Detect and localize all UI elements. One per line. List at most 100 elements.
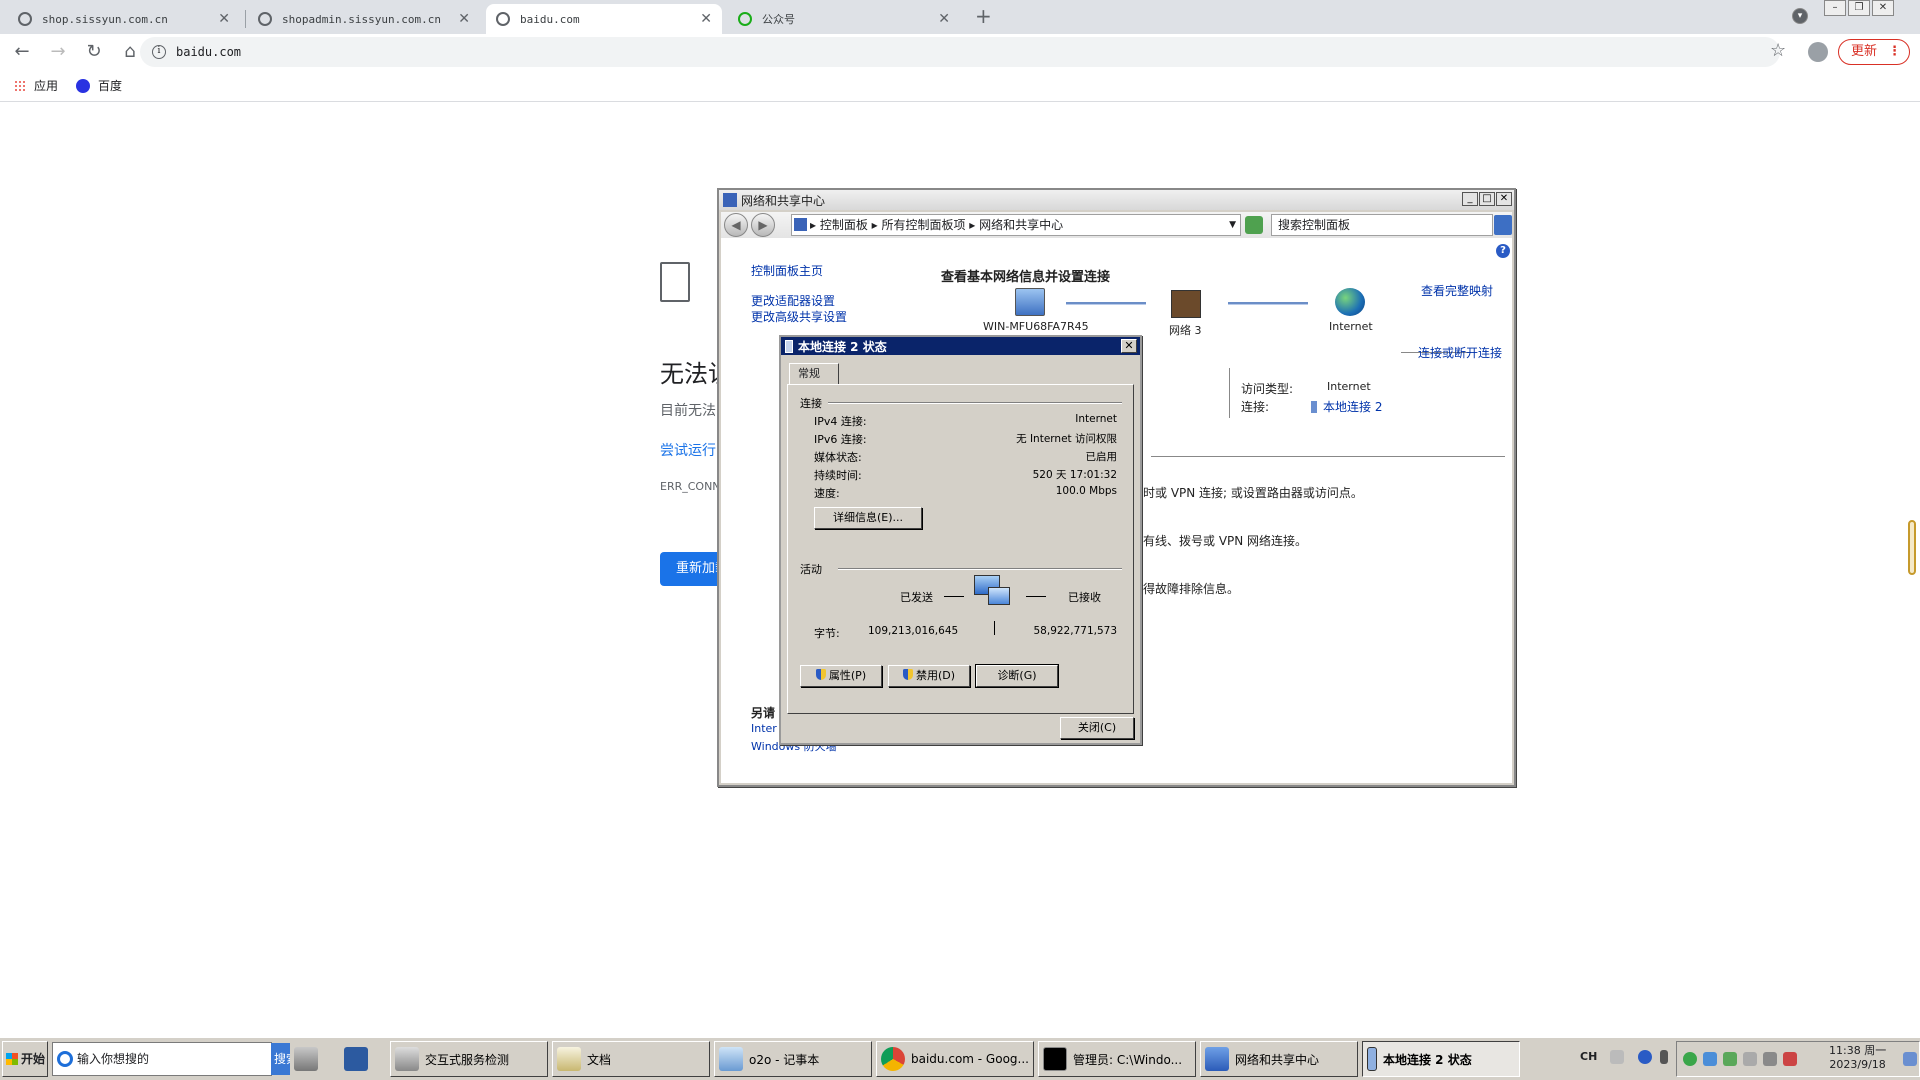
vertical-divider <box>1229 368 1230 418</box>
details-button[interactable]: 详细信息(E)... <box>814 507 922 529</box>
notepad-icon <box>719 1047 743 1071</box>
disable-button[interactable]: 禁用(D) <box>888 665 970 687</box>
network-center-icon <box>723 193 737 207</box>
help-icon[interactable]: ? <box>1496 244 1510 258</box>
close-button[interactable]: ✕ <box>1496 192 1512 206</box>
browser-toolbar: ← → ↻ ⌂ i baidu.com ☆ 更新 ⋮ <box>0 34 1920 70</box>
forward-icon[interactable]: → <box>44 38 72 66</box>
dialog-titlebar[interactable]: 本地连接 2 状态 <box>781 337 1140 355</box>
address-bar[interactable]: i baidu.com <box>140 37 1780 67</box>
back-icon[interactable]: ← <box>8 38 36 66</box>
reload-icon[interactable]: ↻ <box>80 38 108 66</box>
link-internet-options[interactable]: Inter <box>751 722 777 735</box>
tab-general[interactable]: 常规 <box>789 363 839 385</box>
connection-link[interactable]: 本地连接 2 <box>1311 398 1382 415</box>
update-button[interactable]: 更新 ⋮ <box>1838 39 1910 65</box>
minimize-button[interactable]: – <box>1824 0 1846 16</box>
clock[interactable]: 11:38 周一 2023/9/18 <box>1829 1044 1886 1072</box>
help-icon[interactable] <box>1638 1050 1652 1064</box>
close-icon[interactable]: ✕ <box>1121 339 1137 353</box>
new-tab-button[interactable]: + <box>975 4 992 28</box>
shield-icon[interactable] <box>1723 1052 1737 1066</box>
link-full-map[interactable]: 查看完整映射 <box>1421 282 1493 299</box>
back-icon[interactable]: ◀ <box>724 213 748 237</box>
taskbar-item-cmd[interactable]: 管理员: C:\Windo... <box>1038 1041 1196 1077</box>
keyboard-icon[interactable] <box>1610 1050 1624 1064</box>
taskbar-item-label: 交互式服务检测 <box>425 1052 510 1067</box>
link-advanced-sharing[interactable]: 更改高级共享设置 <box>751 308 847 325</box>
taskbar-item-connection-status[interactable]: 本地连接 2 状态 <box>1362 1041 1520 1077</box>
media-state-value: 已启用 <box>1085 451 1118 463</box>
volume-muted-icon[interactable] <box>1783 1052 1797 1066</box>
close-icon[interactable]: ✕ <box>938 11 950 27</box>
taskbar-item-documents[interactable]: 文档 <box>552 1041 710 1077</box>
uac-shield-icon <box>815 669 826 680</box>
link-change-adapter[interactable]: 更改适配器设置 <box>751 292 835 309</box>
search-input[interactable]: 搜索控制面板 <box>1271 214 1493 236</box>
flag-icon[interactable] <box>1743 1052 1757 1066</box>
speed-value: 100.0 Mbps <box>1055 485 1117 497</box>
tab-baidu[interactable]: baidu.com ✕ <box>486 4 722 34</box>
show-desktop-icon[interactable] <box>1903 1052 1917 1066</box>
close-icon[interactable]: ✕ <box>458 11 470 27</box>
taskbar-item-network-center[interactable]: 网络和共享中心 <box>1200 1041 1358 1077</box>
received-label: 已接收 <box>1068 591 1101 604</box>
tab-shopadmin[interactable]: shopadmin.sissyun.com.cn ✕ <box>248 4 480 34</box>
start-button[interactable]: 开始 <box>2 1041 48 1077</box>
window-titlebar[interactable]: 网络和共享中心 <box>719 190 1514 210</box>
taskbar-search-input[interactable]: 输入你想搜的 搜索一下 <box>52 1042 325 1076</box>
restore-button[interactable]: ❐ <box>1848 0 1870 16</box>
connection-section-label: 连接 <box>800 397 822 410</box>
internet-label: Internet <box>1329 320 1373 333</box>
activity-section-label: 活动 <box>800 563 822 576</box>
chat-icon[interactable] <box>1703 1052 1717 1066</box>
link-connect-disconnect[interactable]: 连接或断开连接 <box>1418 344 1502 361</box>
antivirus-icon[interactable] <box>1683 1052 1697 1066</box>
close-icon[interactable]: ✕ <box>700 11 712 27</box>
quicklaunch-powershell[interactable] <box>340 1041 380 1077</box>
update-label: 更新 <box>1851 44 1878 59</box>
diagnose-button[interactable]: 诊断(G) <box>975 664 1059 688</box>
close-icon[interactable]: ✕ <box>218 11 230 27</box>
tab-gongzhonghao[interactable]: 公众号 ✕ <box>728 4 960 34</box>
computer-name: WIN-MFU68FA7R45 <box>983 320 1089 333</box>
taskbar-item-label: o2o - 记事本 <box>749 1052 820 1067</box>
forward-icon[interactable]: ▶ <box>751 213 775 237</box>
control-panel-icon <box>794 218 807 231</box>
section-rule <box>828 402 1122 404</box>
more-icon: ⋮ <box>1888 44 1901 59</box>
network-tray-icon[interactable] <box>1763 1052 1777 1066</box>
tab-title: 公众号 <box>762 13 795 26</box>
bookmark-baidu[interactable]: 百度 <box>76 77 122 94</box>
search-icon[interactable] <box>1494 215 1512 235</box>
close-window-button[interactable]: ✕ <box>1872 0 1894 16</box>
tab-search-button[interactable]: ▾ <box>1790 8 1808 24</box>
maximize-button[interactable]: □ <box>1479 192 1495 206</box>
tab-shop[interactable]: shop.sissyun.com.cn ✕ <box>8 4 240 34</box>
scrollbar-thumb[interactable] <box>1908 520 1916 575</box>
profile-avatar[interactable] <box>1808 42 1828 62</box>
close-dialog-button[interactable]: 关闭(C) <box>1060 717 1134 739</box>
minimize-button[interactable]: _ <box>1462 192 1478 206</box>
bookmark-star-icon[interactable]: ☆ <box>1770 40 1786 61</box>
internet-globe-icon[interactable] <box>1335 288 1365 316</box>
link-control-panel-home[interactable]: 控制面板主页 <box>751 262 823 279</box>
breadcrumb[interactable]: ▸ 控制面板 ▸ 所有控制面板项 ▸ 网络和共享中心 ▼ <box>791 214 1241 236</box>
error-suggestion-link[interactable]: 尝试运行 <box>660 440 716 460</box>
taskbar-item-label: 管理员: C:\Windo... <box>1073 1052 1183 1067</box>
refresh-icon[interactable] <box>1245 216 1263 234</box>
taskbar-item-chrome[interactable]: baidu.com - Goog... <box>876 1041 1034 1077</box>
taskbar-item-service-detect[interactable]: 交互式服务检测 <box>390 1041 548 1077</box>
properties-button[interactable]: 属性(P) <box>800 665 882 687</box>
breadcrumb-text: ▸ 控制面板 ▸ 所有控制面板项 ▸ 网络和共享中心 <box>810 218 1064 232</box>
quicklaunch-server-manager[interactable] <box>290 1041 330 1077</box>
window-title: 网络和共享中心 <box>741 193 826 208</box>
info-icon[interactable]: i <box>152 45 166 59</box>
options-icon[interactable] <box>1660 1050 1668 1064</box>
bookmark-apps[interactable]: 应用 <box>14 77 58 94</box>
input-language[interactable]: CH <box>1580 1050 1597 1063</box>
chevron-down-icon[interactable]: ▼ <box>1229 215 1236 235</box>
taskbar-item-notepad[interactable]: o2o - 记事本 <box>714 1041 872 1077</box>
properties-label: 属性(P) <box>828 669 867 682</box>
network-bench-icon[interactable] <box>1171 290 1201 318</box>
